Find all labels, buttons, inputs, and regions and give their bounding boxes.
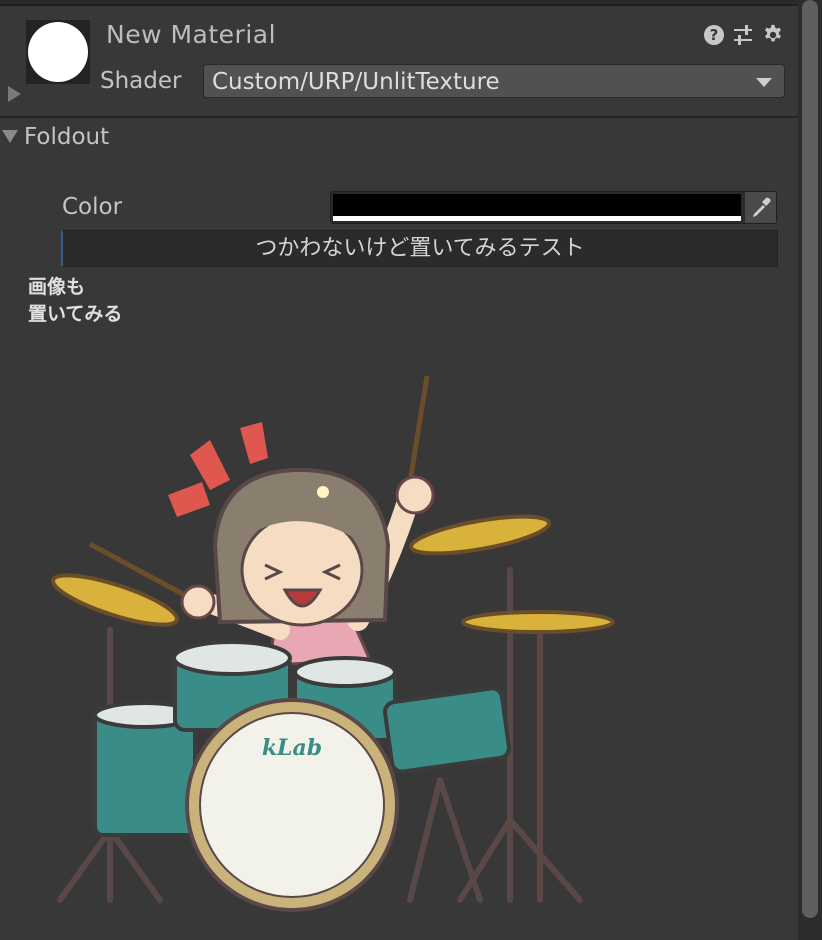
foldout-label[interactable]: Foldout bbox=[24, 124, 109, 150]
cymbal-right bbox=[461, 610, 615, 634]
foldout-arrow-icon[interactable] bbox=[2, 130, 18, 143]
preset-sliders-icon[interactable] bbox=[732, 24, 754, 46]
bass-drum-logo: kLab bbox=[262, 735, 322, 761]
accent-mark-3 bbox=[240, 422, 268, 464]
material-header: New Material ? Shader Custom/URP/UnlitTe… bbox=[0, 6, 798, 118]
gear-icon[interactable] bbox=[762, 24, 784, 46]
floor-tom bbox=[382, 686, 512, 774]
bass-drum: kLab bbox=[185, 698, 399, 912]
drummer-illustration: kLab bbox=[51, 375, 615, 912]
color-swatch[interactable] bbox=[333, 194, 741, 216]
header-icons: ? bbox=[704, 24, 784, 46]
image-label-line1: 画像も bbox=[28, 276, 86, 298]
shader-label: Shader bbox=[100, 68, 182, 94]
eyedropper-icon[interactable] bbox=[745, 192, 776, 223]
color-label: Color bbox=[62, 194, 123, 220]
chevron-down-icon bbox=[756, 78, 772, 87]
cymbal-left bbox=[51, 573, 179, 627]
preview-sphere bbox=[28, 22, 88, 82]
accent-mark-2 bbox=[190, 440, 230, 490]
shader-dropdown-value: Custom/URP/UnlitTexture bbox=[212, 69, 500, 95]
preview-expand-icon[interactable] bbox=[8, 86, 21, 102]
scrollbar-thumb[interactable] bbox=[802, 0, 818, 918]
material-preview[interactable] bbox=[26, 20, 90, 84]
help-icon[interactable]: ? bbox=[704, 25, 724, 45]
scrollbar[interactable] bbox=[798, 0, 822, 940]
shader-dropdown[interactable]: Custom/URP/UnlitTexture bbox=[203, 64, 785, 98]
cymbal-right-top bbox=[409, 514, 551, 556]
image-label: 画像も 置いてみる bbox=[28, 274, 122, 328]
image-label-line2: 置いてみる bbox=[28, 303, 123, 325]
material-name: New Material bbox=[106, 20, 277, 49]
color-field[interactable] bbox=[330, 191, 777, 224]
color-alpha-bar bbox=[333, 216, 741, 221]
test-button[interactable]: つかわないけど置いてみるテスト bbox=[61, 230, 778, 267]
accent-mark-1 bbox=[168, 482, 210, 517]
